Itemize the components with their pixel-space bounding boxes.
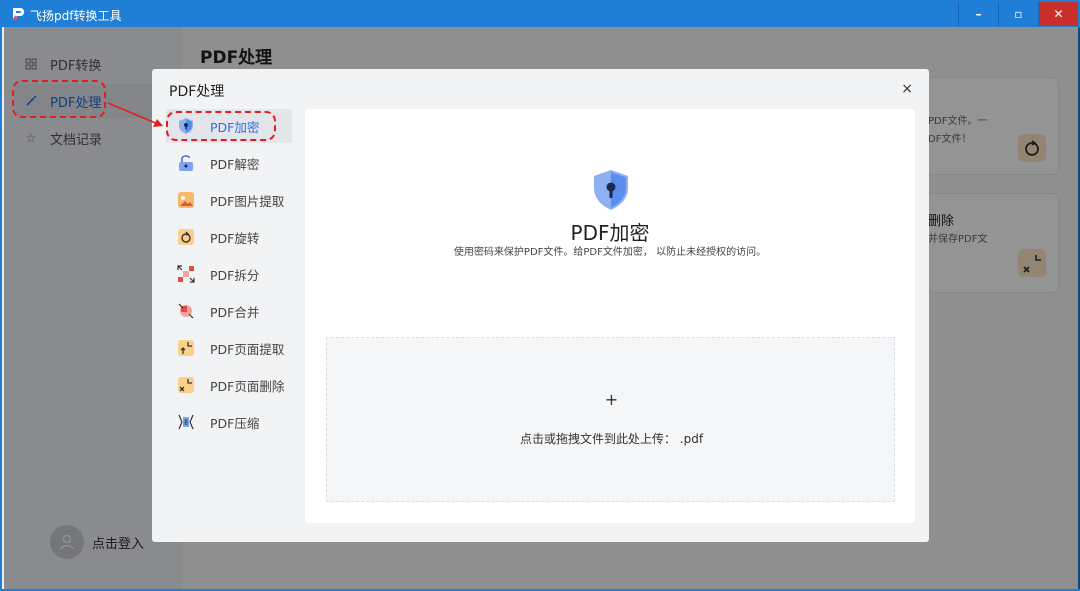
maximize-button[interactable]: ▫ [998, 2, 1038, 26]
close-icon: ✕ [1053, 7, 1064, 21]
panel-description: 使用密码来保护PDF文件。给PDF文件加密， 以防止未经授权的访问。 [453, 247, 767, 258]
menu-item-pdf-compress[interactable]: PDF压缩 [166, 405, 292, 439]
minimize-button[interactable]: – [958, 2, 998, 26]
close-window-button[interactable]: ✕ [1038, 2, 1078, 26]
menu-item-label: PDF拆分 [210, 267, 260, 283]
menu-item-pdf-rotate[interactable]: PDF旋转 [166, 220, 292, 254]
menu-item-label: PDF压缩 [210, 415, 260, 431]
file-upload-dropzone[interactable]: + 点击或拖拽文件到此处上传： .pdf [326, 337, 895, 502]
menu-item-label: PDF解密 [210, 156, 260, 172]
title-bar: 飞扬pdf转换工具 – ▫ ✕ [2, 2, 1078, 27]
menu-item-pdf-image-extract[interactable]: PDF图片提取 [166, 183, 292, 217]
dropzone-text: 点击或拖拽文件到此处上传： .pdf [519, 432, 704, 446]
menu-item-pdf-decrypt[interactable]: PDF解密 [166, 146, 292, 180]
menu-item-label: PDF合并 [210, 304, 260, 320]
panel-title: PDF加密 [570, 221, 650, 245]
compress-icon [176, 412, 196, 432]
menu-item-pdf-merge[interactable]: PDF合并 [166, 294, 292, 328]
unlock-icon [176, 153, 196, 173]
menu-item-label: PDF旋转 [210, 230, 260, 246]
dialog-close-button[interactable]: × [901, 81, 913, 97]
split-icon [176, 264, 196, 284]
image-extract-icon [176, 190, 196, 210]
plus-icon: + [604, 390, 619, 409]
window-title: 飞扬pdf转换工具 [30, 9, 122, 23]
annotation-highlight-sidebar [12, 80, 106, 118]
merge-icon [176, 301, 196, 321]
annotation-highlight-menu [166, 111, 276, 141]
menu-item-label: PDF页面提取 [210, 341, 285, 357]
menu-item-pdf-page-delete[interactable]: PDF页面删除 [166, 368, 292, 402]
menu-item-pdf-page-extract[interactable]: PDF页面提取 [166, 331, 292, 365]
page-extract-icon [176, 338, 196, 358]
minimize-icon: – [975, 7, 982, 21]
menu-item-pdf-split[interactable]: PDF拆分 [166, 257, 292, 291]
menu-item-label: PDF页面删除 [210, 378, 285, 394]
rotate-icon [176, 227, 196, 247]
maximize-icon: ▫ [1014, 7, 1023, 21]
app-logo-icon [12, 8, 24, 20]
menu-item-label: PDF图片提取 [210, 193, 285, 209]
dialog-title: PDF处理 [169, 84, 225, 100]
shield-lock-icon [594, 170, 628, 210]
encrypt-panel: PDF加密 使用密码来保护PDF文件。给PDF文件加密， 以防止未经授权的访问。… [305, 109, 915, 523]
page-delete-icon [176, 375, 196, 395]
